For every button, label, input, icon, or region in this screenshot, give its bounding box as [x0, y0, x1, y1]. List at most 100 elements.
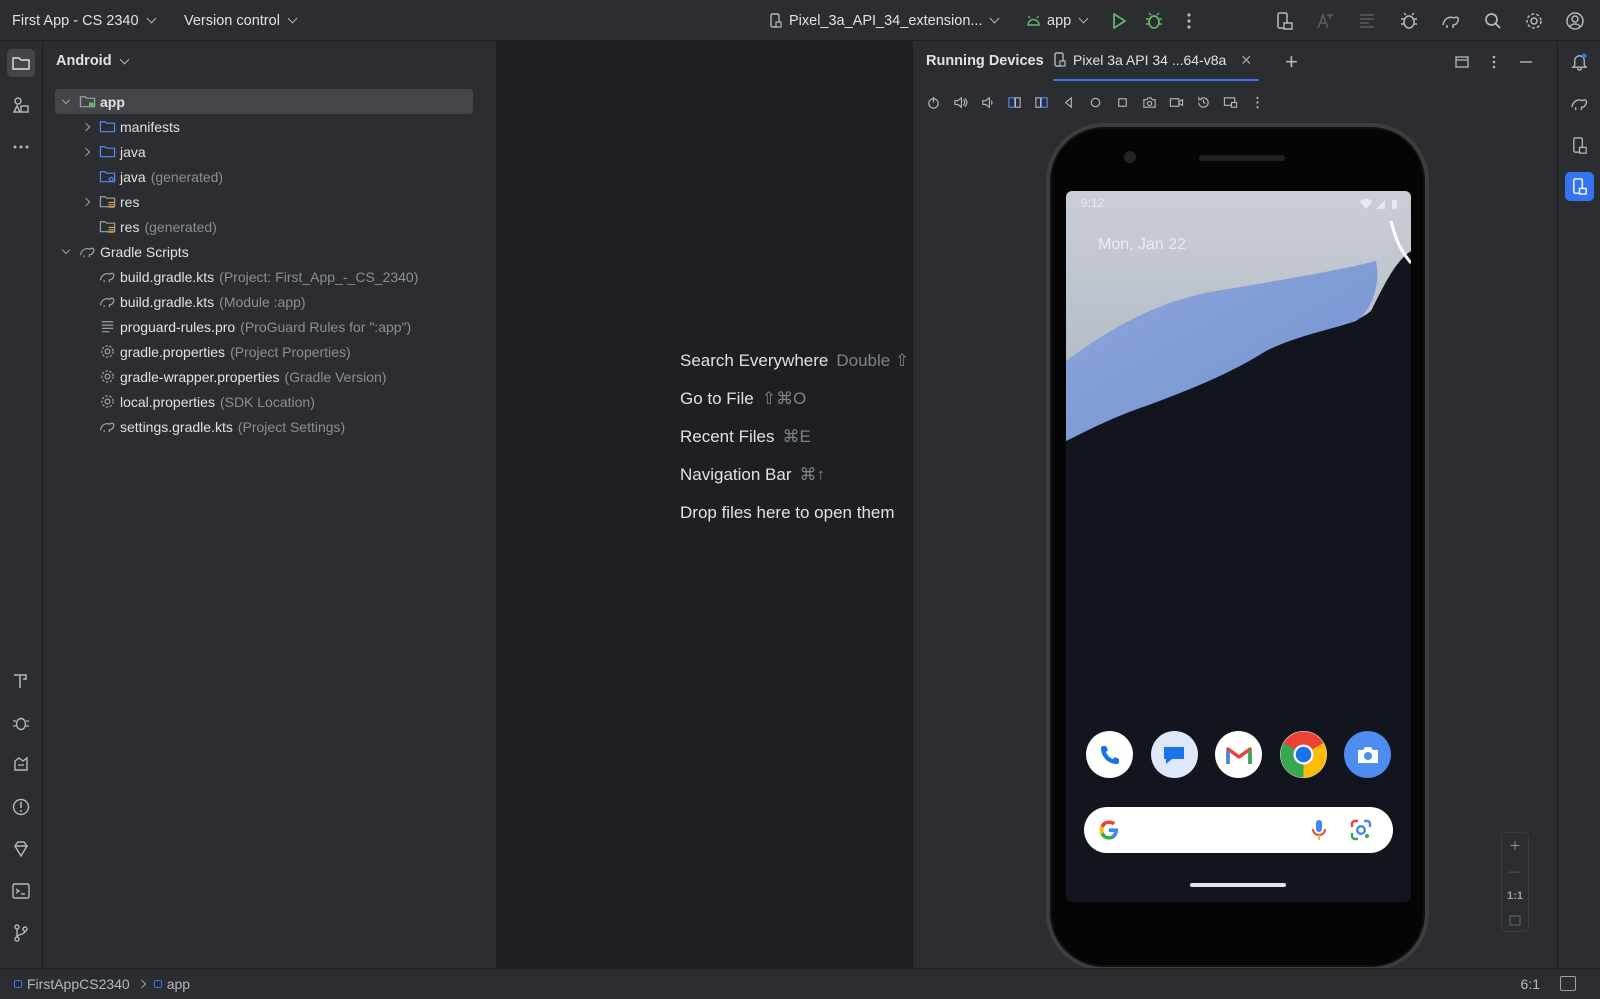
microphone-icon[interactable] [1310, 818, 1328, 842]
gmail-app-icon[interactable] [1215, 731, 1262, 778]
run-config-selector[interactable]: app [1026, 0, 1089, 41]
screen-record-button[interactable] [1166, 92, 1187, 113]
device-manager-tool-button[interactable] [1565, 131, 1594, 160]
add-device-button[interactable]: + [1285, 49, 1298, 75]
chevron-down-icon[interactable] [58, 95, 74, 104]
breadcrumb-project[interactable]: FirstAppCS2340 [27, 976, 130, 992]
caret-position[interactable]: 6:1 [1521, 976, 1540, 992]
tree-row[interactable]: java [55, 139, 146, 164]
home-date: Mon, Jan 22 [1098, 236, 1187, 253]
debug-tool-button[interactable] [7, 709, 35, 737]
volume-up-button[interactable] [950, 92, 971, 113]
back-button[interactable] [1058, 92, 1079, 113]
project-selector[interactable]: First App - CS 2340 [12, 0, 156, 41]
google-search-bar[interactable] [1084, 807, 1393, 853]
device-icon [770, 12, 782, 28]
messages-app-icon[interactable] [1150, 731, 1198, 778]
close-icon[interactable]: ✕ [1240, 52, 1252, 69]
build-tool-button[interactable] [7, 667, 35, 695]
status-icons [1360, 198, 1397, 209]
chevron-right-icon[interactable] [78, 197, 94, 206]
user-icon [1566, 12, 1584, 30]
folder-icon [12, 57, 30, 70]
account-button[interactable] [1563, 9, 1587, 33]
branch-icon [14, 924, 28, 942]
chevron-right-icon[interactable] [78, 147, 94, 156]
history-icon [1198, 96, 1209, 108]
running-devices-tool-button[interactable] [1565, 172, 1594, 201]
tree-row[interactable]: proguard-rules.pro (ProGuard Rules for ":… [55, 314, 411, 339]
search-button[interactable] [1481, 9, 1505, 33]
text-file-icon [98, 318, 116, 336]
settings-button[interactable] [1522, 9, 1546, 33]
resource-manager-button[interactable] [7, 91, 35, 119]
camera-app-icon[interactable] [1344, 731, 1391, 778]
git-tool-button[interactable] [7, 919, 35, 947]
zoom-in-button[interactable]: ＋ [1502, 833, 1528, 858]
device-screen[interactable]: 9:12 Mon, Jan 22 [1066, 191, 1411, 902]
gemini-tool-button[interactable] [7, 835, 35, 863]
tree-row[interactable]: java (generated) [55, 164, 223, 189]
readonly-toggle-icon[interactable] [1560, 976, 1576, 991]
overview-button[interactable] [1112, 92, 1133, 113]
device-manager-button[interactable] [1272, 9, 1296, 33]
project-view-selector[interactable]: Android [56, 53, 130, 69]
screenshot-button[interactable] [1139, 92, 1160, 113]
tree-row[interactable]: gradle-wrapper.properties (Gradle Version… [55, 364, 386, 389]
chevron-down-icon[interactable] [58, 245, 74, 254]
snapshot-button[interactable] [1193, 92, 1214, 113]
fit-screen-icon [1509, 915, 1521, 926]
project-tool-button[interactable] [7, 49, 35, 77]
rotate-right-icon [1035, 97, 1048, 108]
breadcrumb-module[interactable]: app [167, 976, 190, 992]
home-button[interactable] [1085, 92, 1106, 113]
chevron-right-icon[interactable] [78, 122, 94, 131]
gradle-tool-button[interactable] [1565, 89, 1594, 118]
overview-square-icon [1118, 98, 1127, 107]
debug-button[interactable] [1142, 9, 1166, 33]
phone-frame: 9:12 Mon, Jan 22 [1046, 123, 1429, 971]
gesture-home-bar[interactable] [1190, 883, 1286, 887]
terminal-tool-button[interactable] [7, 877, 35, 905]
more-actions-button[interactable] [1177, 9, 1201, 33]
volume-down-button[interactable] [977, 92, 998, 113]
logcat-tool-button[interactable] [7, 751, 35, 779]
minimize-button[interactable] [1517, 53, 1535, 71]
mirror-button[interactable] [1220, 92, 1241, 113]
rotate-left-button[interactable] [1004, 92, 1025, 113]
zoom-fit-button[interactable] [1502, 908, 1528, 933]
problems-tool-button[interactable] [7, 793, 35, 821]
more-tools-button[interactable] [7, 133, 35, 161]
run-button[interactable] [1107, 9, 1131, 33]
app-inspection-button[interactable] [1397, 9, 1421, 33]
tree-row[interactable]: res (generated) [55, 214, 217, 239]
gradle-sync-button[interactable] [1439, 9, 1463, 33]
tree-row[interactable]: res [55, 189, 139, 214]
device-selector[interactable]: Pixel_3a_API_34_extension... [769, 0, 1000, 41]
zoom-actual-size-button[interactable]: 1:1 [1502, 883, 1528, 908]
tree-row[interactable]: build.gradle.kts (Project: First_App_-_CS… [55, 264, 418, 289]
layout-button[interactable] [1453, 53, 1471, 71]
gradle-elephant-icon [1442, 16, 1459, 28]
zoom-out-button[interactable]: — [1502, 858, 1528, 883]
panel-options-button[interactable] [1485, 53, 1503, 71]
tree-row-label: java [120, 168, 146, 185]
tree-row[interactable]: Gradle Scripts [55, 239, 189, 264]
google-lens-icon[interactable] [1349, 818, 1373, 842]
tree-row[interactable]: build.gradle.kts (Module :app) [55, 289, 306, 314]
tree-row[interactable]: settings.gradle.kts (Project Settings) [55, 414, 345, 439]
tree-row[interactable]: gradle.properties (Project Properties) [55, 339, 351, 364]
phone-app-icon[interactable] [1086, 731, 1133, 778]
rotate-right-button[interactable] [1031, 92, 1052, 113]
device-tab[interactable]: Pixel 3a API 34 ...64-v8a ✕ [1053, 41, 1259, 81]
chrome-app-icon[interactable] [1279, 731, 1327, 778]
power-button[interactable] [923, 92, 944, 113]
hint-shortcut: ⌘E [782, 427, 811, 446]
notifications-button[interactable] [1565, 47, 1594, 76]
version-control-menu[interactable]: Version control [184, 0, 298, 41]
toolbar-more-button[interactable] [1247, 92, 1268, 113]
tree-row[interactable]: local.properties (SDK Location) [55, 389, 315, 414]
tree-row[interactable]: app [55, 89, 473, 114]
tree-row-label: build.gradle.kts [120, 268, 215, 285]
tree-row[interactable]: manifests [55, 114, 180, 139]
